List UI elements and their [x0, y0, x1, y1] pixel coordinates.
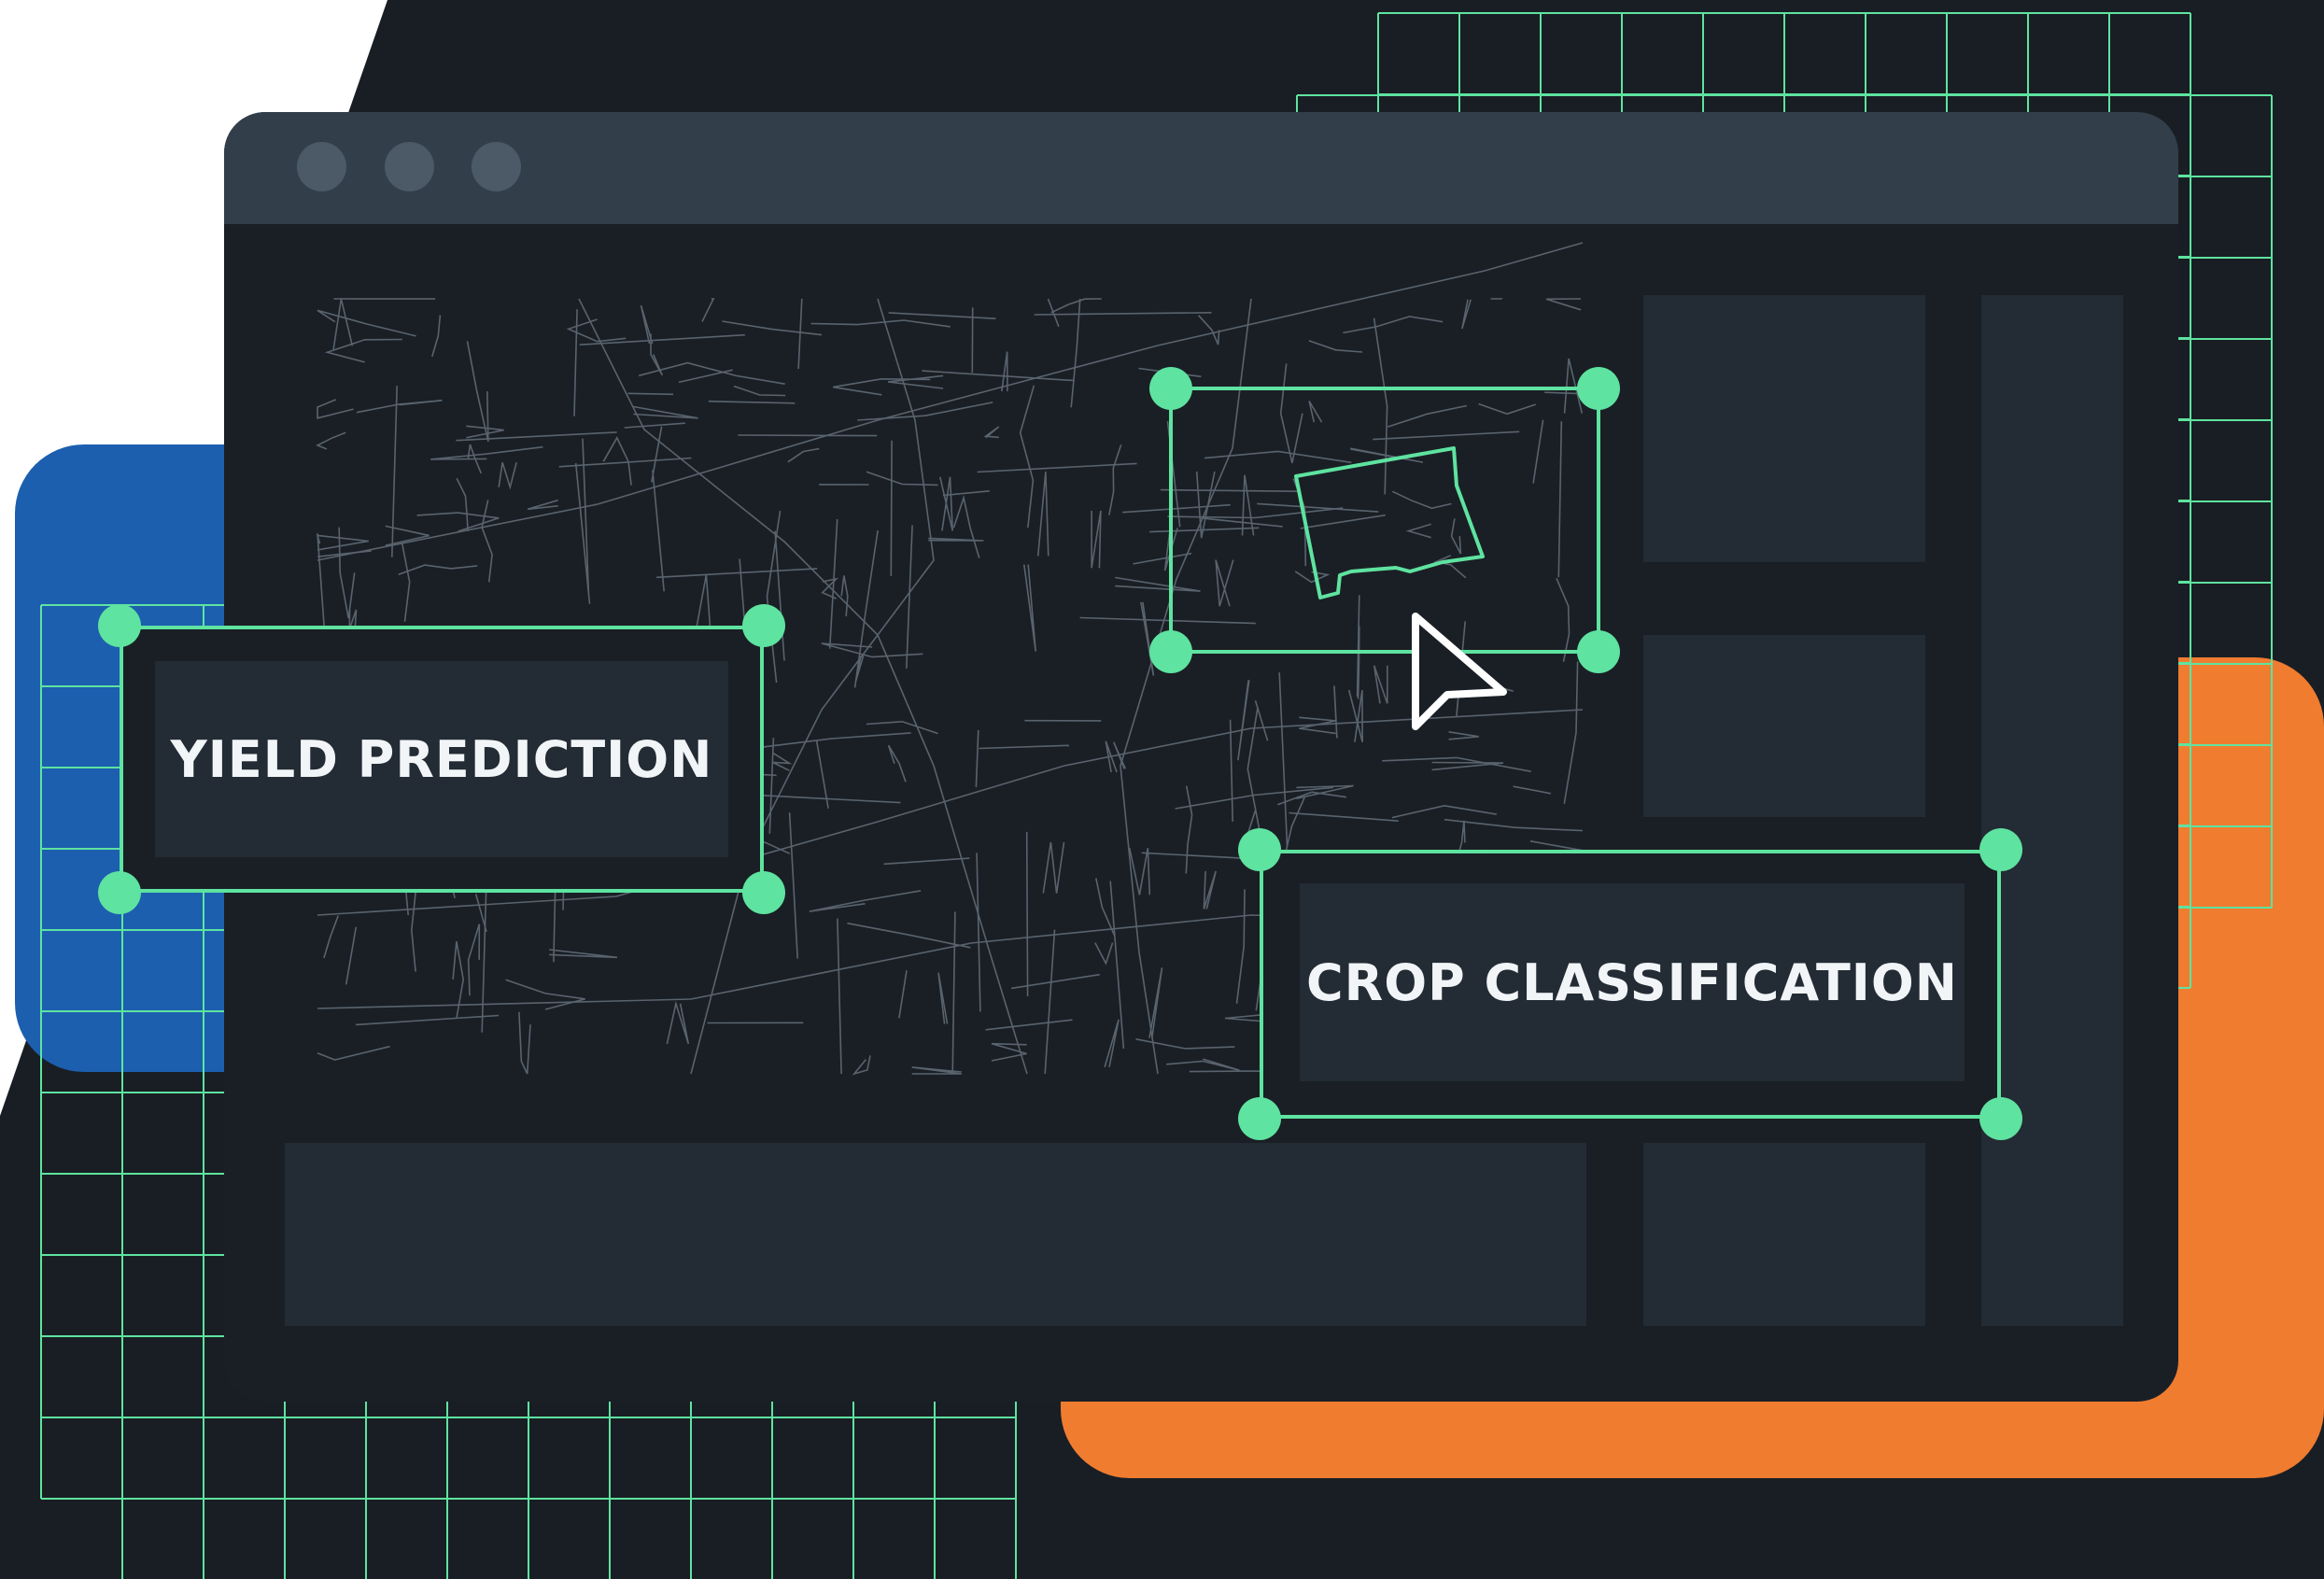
yield-prediction-label: YIELD PREDICTION	[155, 661, 728, 857]
crop-handle-bottom-left[interactable]	[1238, 1097, 1281, 1140]
field-boundary-polygon	[1294, 446, 1485, 599]
selection-handle-top-left	[1149, 367, 1192, 410]
yield-handle-bottom-right[interactable]	[742, 871, 785, 914]
map-selection-box	[1169, 387, 1600, 654]
crop-handle-top-left[interactable]	[1238, 828, 1281, 871]
crop-classification-label: CROP CLASSIFICATION	[1300, 883, 1965, 1081]
selection-handle-bottom-left	[1149, 630, 1192, 673]
selection-handle-top-right	[1577, 367, 1620, 410]
cursor-arrow-icon	[1412, 613, 1507, 730]
yield-handle-top-right[interactable]	[742, 604, 785, 647]
yield-handle-top-left[interactable]	[98, 604, 141, 647]
yield-handle-bottom-left[interactable]	[98, 871, 141, 914]
crop-handle-top-right[interactable]	[1979, 828, 2022, 871]
selection-handle-bottom-right	[1577, 630, 1620, 673]
crop-handle-bottom-right[interactable]	[1979, 1097, 2022, 1140]
